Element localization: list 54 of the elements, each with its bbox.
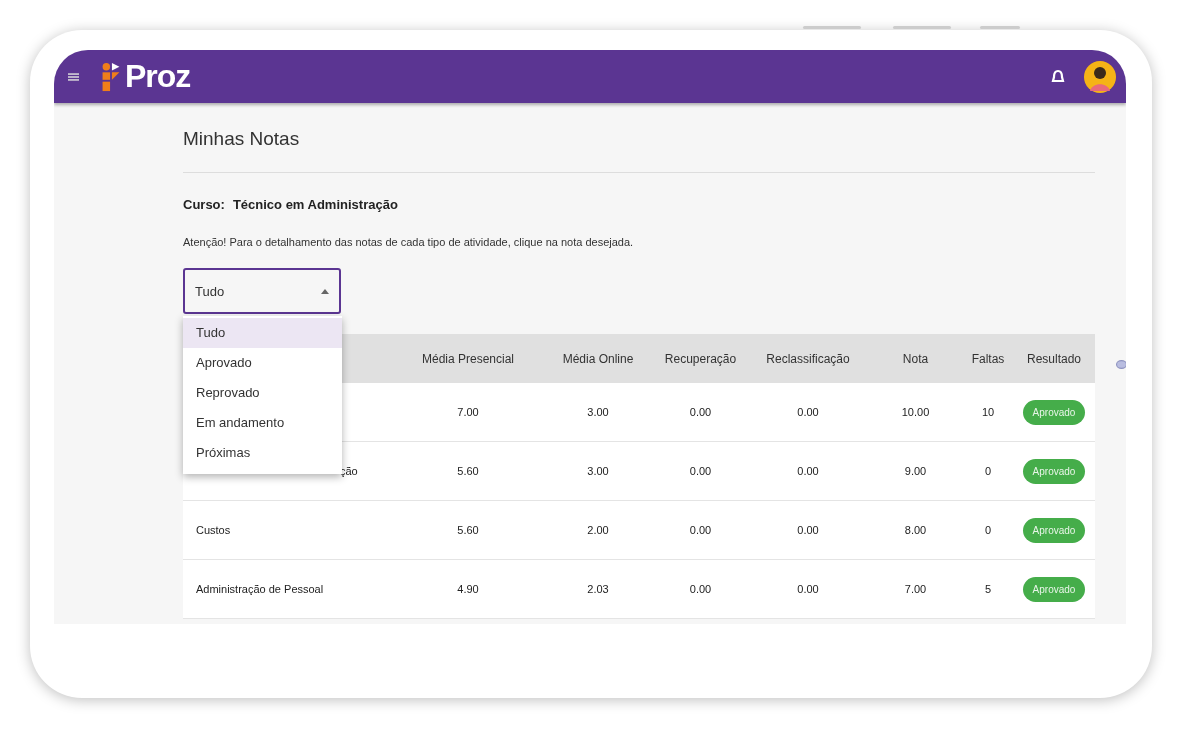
column-header: Recuperação — [663, 351, 738, 366]
table-cell: 2.00 — [587, 524, 609, 536]
dropdown-option[interactable]: Aprovado — [183, 348, 342, 378]
table-cell: 3.00 — [587, 406, 609, 418]
table-cell: 5.60 — [457, 465, 479, 477]
dropdown-option[interactable]: Reprovado — [183, 378, 342, 408]
column-header: Resultado — [1025, 351, 1082, 366]
table-cell: 3.00 — [587, 465, 609, 477]
table-cell: 9.00 — [904, 465, 927, 477]
result-badge: Aprovado — [1022, 458, 1086, 484]
result-badge: Aprovado — [1022, 399, 1086, 425]
table-cell: 0.00 — [689, 583, 712, 595]
column-header: Reclassificação — [765, 351, 851, 366]
table-cell: 8.00 — [904, 524, 927, 536]
table-cell: 7.00 — [457, 406, 479, 418]
filter-select[interactable]: Tudo — [183, 268, 341, 314]
table-cell: 4.90 — [457, 583, 479, 595]
table-cell: 10.00 — [901, 406, 930, 418]
table-cell: 0.00 — [689, 406, 712, 418]
page-title: Minhas Notas — [183, 128, 301, 150]
table-cell: 5.60 — [457, 524, 479, 536]
table-cell: 0 — [984, 524, 992, 536]
notice-text: Atenção! Para o detalhamento das notas de cada tipo de atividade, clique na nota desejada. — [183, 236, 635, 248]
table-cell: 0 — [984, 465, 992, 477]
avatar-icon[interactable] — [1084, 60, 1116, 93]
table-cell: 7.00 — [904, 583, 927, 595]
table-cell: Custos — [196, 524, 231, 536]
table-cell: 10 — [981, 406, 995, 418]
dropdown-option[interactable]: Em andamento — [183, 408, 342, 438]
column-header: Nota — [901, 351, 930, 366]
logo-icon — [101, 61, 121, 92]
table-cell: 0.00 — [797, 583, 819, 595]
dropdown-option[interactable]: Próximas — [183, 438, 342, 468]
table-cell: 2.03 — [587, 583, 609, 595]
dropdown-option[interactable]: Tudo — [183, 318, 342, 348]
logo-text: Proz — [125, 58, 191, 95]
table-cell: 0.00 — [689, 524, 712, 536]
table-cell: 0.00 — [797, 406, 819, 418]
table-cell: Administração de Pessoal — [196, 583, 324, 595]
result-badge: Aprovado — [1022, 576, 1086, 602]
course-label: Curso: — [183, 197, 225, 212]
table-cell: 0.00 — [797, 524, 819, 536]
table-cell: 5 — [984, 583, 992, 595]
result-badge: Aprovado — [1022, 517, 1086, 543]
column-header: Média Online — [561, 351, 635, 366]
column-header: Média Presencial — [420, 351, 515, 366]
notification-icon[interactable] — [1050, 68, 1066, 85]
caret-icon — [321, 288, 329, 294]
table-cell: 0.00 — [689, 465, 712, 477]
column-header: Faltas — [970, 351, 1006, 366]
table-cell: 0.00 — [797, 465, 819, 477]
menu-icon[interactable] — [68, 71, 79, 82]
course-name: Técnico em Administração — [232, 197, 398, 212]
scroll-handle-icon[interactable] — [1116, 360, 1126, 369]
